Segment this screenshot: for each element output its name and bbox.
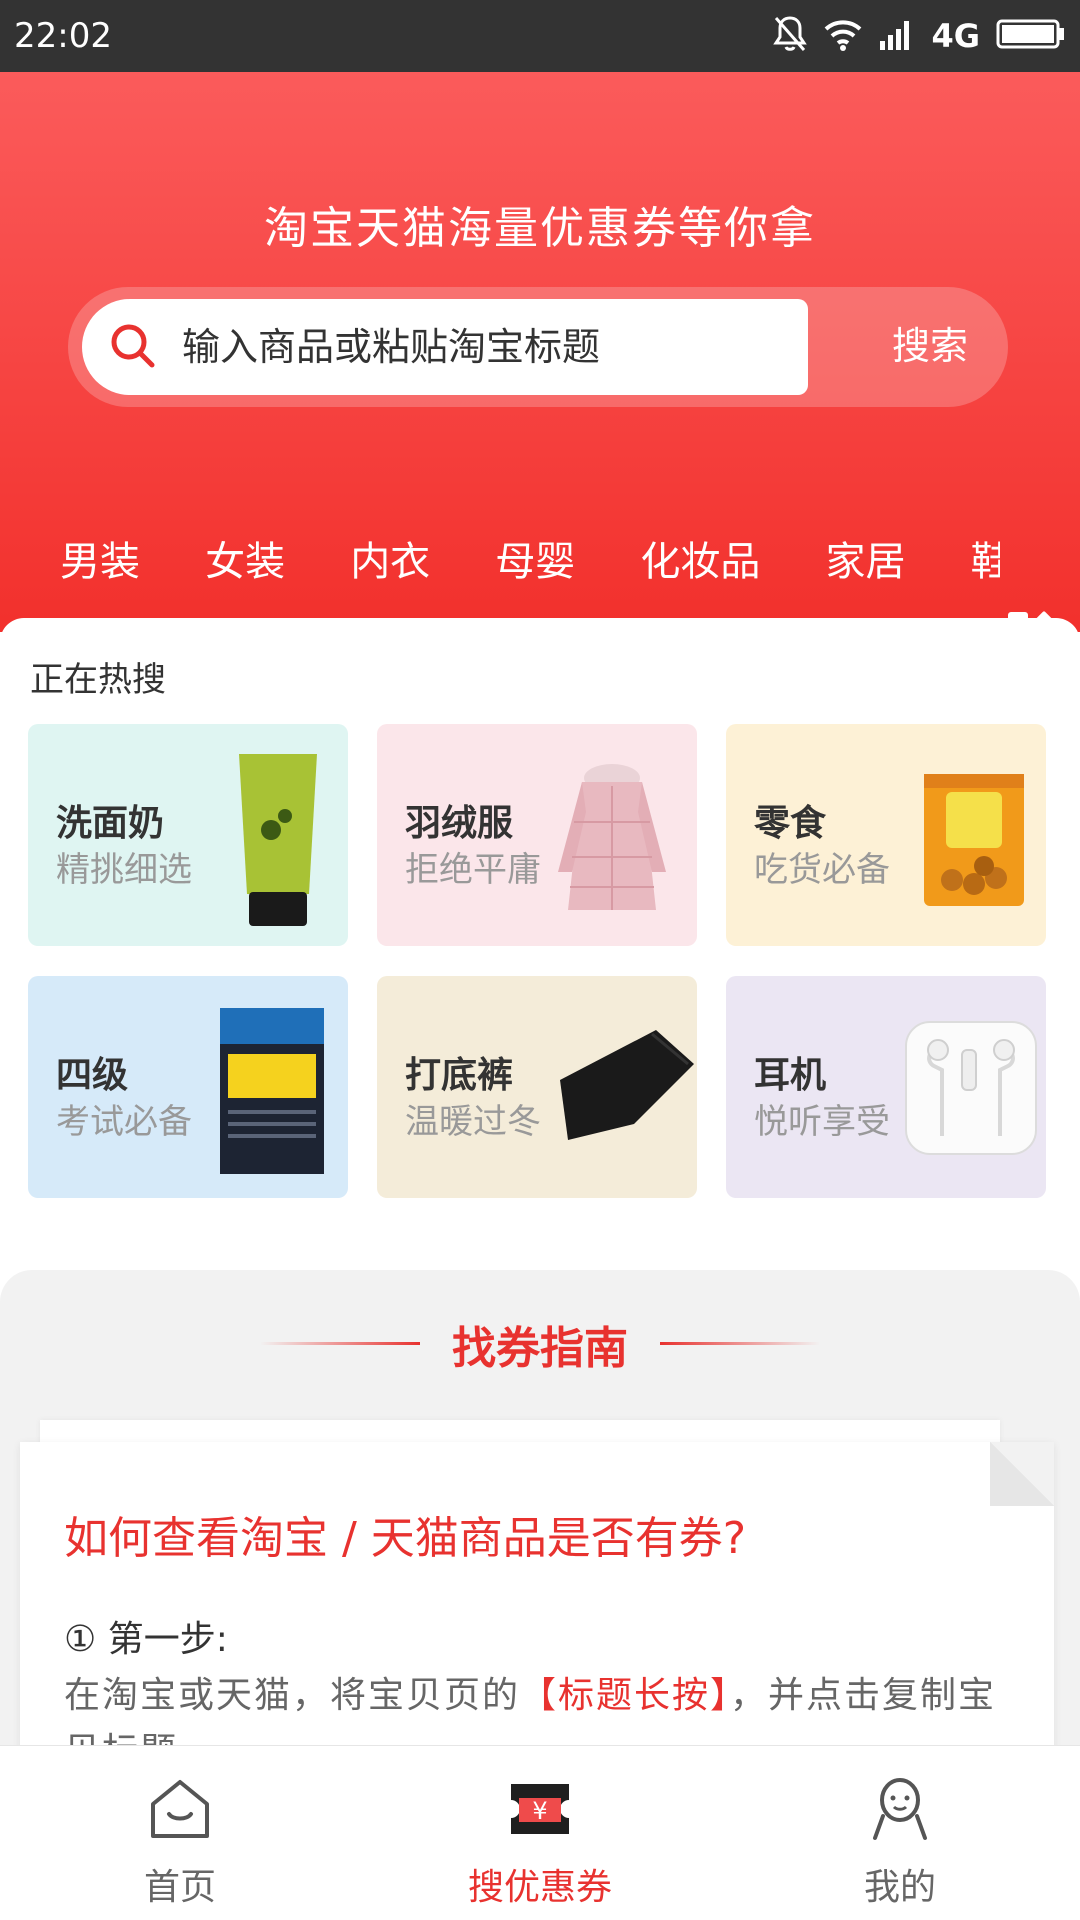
hot-card-subtitle: 精挑细选 (56, 850, 192, 890)
bottom-tab-bar: 首页 ¥ 搜优惠券 我的 (0, 1745, 1080, 1920)
status-icons: 4G (773, 14, 1066, 58)
category-men[interactable]: 男装 (60, 522, 140, 602)
status-bar: 22:02 4G (0, 0, 1080, 72)
page-fold-corner (990, 1442, 1054, 1506)
search-input[interactable] (182, 325, 782, 369)
mute-bell-icon (773, 15, 808, 57)
network-type: 4G (931, 17, 980, 55)
leggings-image (552, 1024, 697, 1148)
status-time: 22:02 (14, 16, 112, 56)
category-home[interactable]: 家居 (825, 522, 905, 602)
hot-card-subtitle: 吃货必备 (754, 850, 890, 890)
hot-card-leggings[interactable]: 打底裤 温暖过冬 (377, 976, 697, 1198)
hot-card-cet4[interactable]: 四级 考试必备 (28, 976, 348, 1198)
hot-card-title: 四级 (56, 1055, 129, 1096)
search-button[interactable]: 搜索 (892, 315, 968, 370)
wifi-icon (823, 17, 863, 55)
tab-mine[interactable]: 我的 (720, 1746, 1080, 1920)
desc-prefix: 在淘宝或天猫，将宝贝页的 (64, 1675, 521, 1716)
guide-divider-right (660, 1342, 820, 1345)
guide-header: 找券指南 (0, 1312, 1080, 1376)
header-banner: 淘宝天猫海量优惠券等你拿 搜索 男装 女装 内衣 母婴 化妆品 家居 鞋包 (0, 72, 1080, 658)
battery-icon (996, 19, 1066, 53)
guide-question: 如何查看淘宝 / 天猫商品是否有券? (64, 1513, 747, 1564)
category-women[interactable]: 女装 (205, 522, 285, 602)
hot-card-subtitle: 温暖过冬 (405, 1102, 541, 1142)
tab-home[interactable]: 首页 (0, 1746, 360, 1920)
hot-card-subtitle: 拒绝平庸 (405, 850, 541, 890)
profile-icon (867, 1776, 933, 1842)
hot-card-title: 耳机 (754, 1055, 827, 1096)
guide-title: 找券指南 (452, 1323, 628, 1374)
tab-home-label: 首页 (143, 1867, 216, 1908)
slogan: 淘宝天猫海量优惠券等你拿 (264, 203, 816, 254)
down-jacket-image (552, 762, 672, 916)
coupon-guide-section: 找券指南 如何查看淘宝 / 天猫商品是否有券? ① 第一步: 在淘宝或天猫，将宝… (0, 1270, 1080, 1842)
home-icon (147, 1776, 213, 1842)
signal-icon (879, 17, 915, 55)
hot-search-panel: 正在热搜 洗面奶 精挑细选 羽绒服 拒绝平庸 零食 吃货必备 四级 考试必备 打… (0, 618, 1080, 1258)
hot-card-subtitle: 考试必备 (56, 1102, 192, 1142)
coupon-icon: ¥ (507, 1776, 573, 1842)
hot-card-title: 零食 (754, 803, 827, 844)
hot-card-title: 洗面奶 (56, 803, 165, 844)
desc-highlight: 【标题长按】 (520, 1675, 731, 1716)
category-shoes[interactable]: 鞋包 (971, 522, 1000, 602)
hot-search-title: 正在热搜 (30, 660, 166, 700)
hot-card-down-jacket[interactable]: 羽绒服 拒绝平庸 (377, 724, 697, 946)
hot-card-subtitle: 悦听享受 (754, 1102, 890, 1142)
vocabulary-book-image (218, 1006, 328, 1180)
hot-card-title: 羽绒服 (405, 803, 514, 844)
hot-card-snacks[interactable]: 零食 吃货必备 (726, 724, 1046, 946)
guide-step-label: ① 第一步: (64, 1619, 228, 1660)
tab-coupon-label: 搜优惠券 (467, 1867, 612, 1908)
category-baby[interactable]: 母婴 (495, 522, 575, 602)
hot-card-cleanser[interactable]: 洗面奶 精挑细选 (28, 724, 348, 946)
tab-coupon-search[interactable]: ¥ 搜优惠券 (360, 1746, 720, 1920)
search-box[interactable] (82, 299, 808, 395)
category-underwear[interactable]: 内衣 (350, 522, 430, 602)
search-bar: 搜索 (68, 287, 1008, 407)
cleanser-tube-image (233, 750, 323, 934)
svg-text:¥: ¥ (532, 1797, 547, 1825)
hot-card-title: 打底裤 (405, 1055, 514, 1096)
category-cosmetics[interactable]: 化妆品 (640, 522, 760, 602)
snack-bag-image (922, 770, 1026, 914)
category-bar: 男装 女装 内衣 母婴 化妆品 家居 鞋包 (0, 522, 1000, 602)
tab-mine-label: 我的 (863, 1867, 936, 1908)
search-icon (104, 317, 164, 377)
hot-card-earphones[interactable]: 耳机 悦听享受 (726, 976, 1046, 1198)
earphones-image (904, 1020, 1038, 1160)
